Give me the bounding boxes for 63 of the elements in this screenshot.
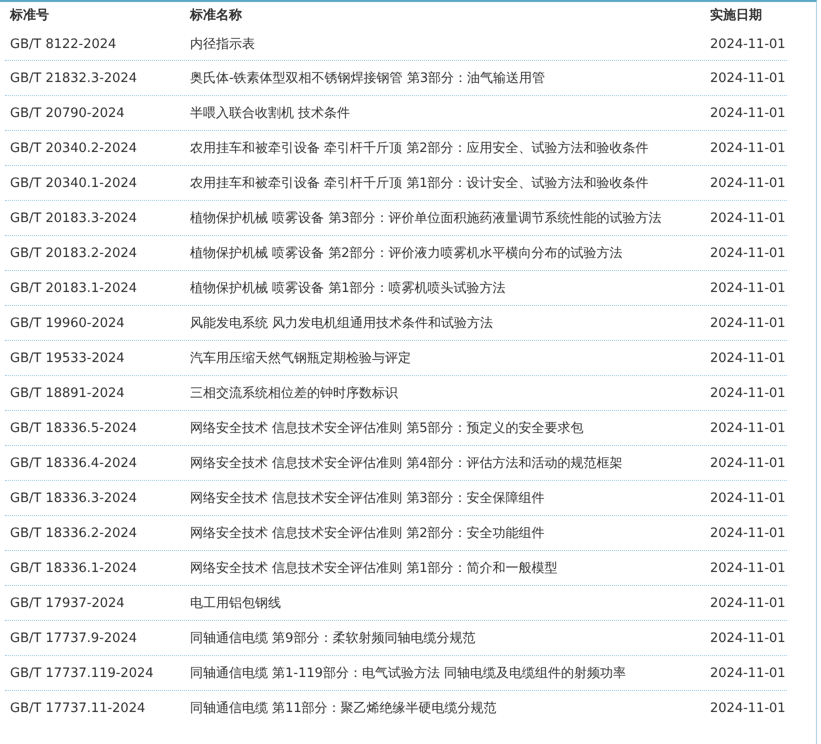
- column-header: 标准号: [10, 7, 49, 24]
- table-cell: 2024-11-01: [710, 70, 786, 86]
- table-cell[interactable]: 同轴通信电缆 第9部分：柔软射频同轴电缆分规范: [190, 629, 476, 647]
- table-cell: GB/T 17737.119-2024: [10, 666, 154, 680]
- table-cell[interactable]: 农用挂车和被牵引设备 牵引杆千斤顶 第1部分：设计安全、试验方法和验收条件: [190, 174, 649, 192]
- table-cell[interactable]: 同轴通信电缆 第1-119部分：电气试验方法 同轴电缆及电缆组件的射频功率: [190, 664, 626, 682]
- table-cell: GB/T 20183.3-2024: [10, 210, 137, 226]
- table-cell[interactable]: 农用挂车和被牵引设备 牵引杆千斤顶 第2部分：应用安全、试验方法和验收条件: [190, 139, 649, 157]
- column-header: 标准名称: [190, 7, 242, 24]
- table-cell: 2024-11-01: [710, 666, 786, 680]
- table-cell: GB/T 18336.3-2024: [10, 490, 137, 506]
- table-cell: 2024-11-01: [710, 420, 786, 436]
- table-cell: GB/T 17737.11-2024: [10, 700, 146, 716]
- table-cell: 2024-11-01: [710, 700, 786, 716]
- table-cell: GB/T 20340.2-2024: [10, 140, 137, 156]
- table-cell: 2024-11-01: [710, 526, 786, 540]
- table-cell[interactable]: 三相交流系统相位差的钟时序数标识: [190, 384, 398, 402]
- table-cell[interactable]: 网络安全技术 信息技术安全评估准则 第5部分：预定义的安全要求包: [190, 419, 584, 437]
- table-cell: GB/T 18891-2024: [10, 386, 125, 400]
- table-cell: GB/T 8122-2024: [10, 36, 116, 52]
- table-cell: GB/T 17737.9-2024: [10, 630, 137, 646]
- table-cell[interactable]: 植物保护机械 喷雾设备 第2部分：评价液力喷雾机水平横向分布的试验方法: [190, 244, 623, 262]
- table-cell[interactable]: 内径指示表: [190, 35, 255, 53]
- table-cell: 2024-11-01: [710, 386, 786, 400]
- table-cell[interactable]: 网络安全技术 信息技术安全评估准则 第4部分：评估方法和活动的规范框架: [190, 454, 623, 472]
- table-cell[interactable]: 电工用铝包钢线: [190, 594, 281, 612]
- column-header: 实施日期: [710, 6, 762, 24]
- table-cell[interactable]: 汽车用压缩天然气钢瓶定期检验与评定: [190, 349, 411, 367]
- table-cell[interactable]: 网络安全技术 信息技术安全评估准则 第2部分：安全功能组件: [190, 524, 545, 542]
- table-cell: GB/T 18336.1-2024: [10, 560, 137, 576]
- table-cell: GB/T 20790-2024: [10, 106, 125, 120]
- table-cell: 2024-11-01: [710, 106, 786, 120]
- table-cell: GB/T 18336.2-2024: [10, 526, 137, 540]
- table-cell: 2024-11-01: [710, 350, 786, 366]
- table-cell: 2024-11-01: [710, 596, 786, 610]
- table-cell: GB/T 18336.4-2024: [10, 456, 137, 470]
- table-cell[interactable]: 奥氏体-铁素体型双相不锈钢焊接钢管 第3部分：油气输送用管: [190, 69, 546, 87]
- table-cell: 2024-11-01: [710, 490, 786, 506]
- table-cell: GB/T 18336.5-2024: [10, 420, 137, 436]
- table-cell[interactable]: 网络安全技术 信息技术安全评估准则 第1部分：简介和一般模型: [190, 559, 558, 577]
- table-cell: GB/T 20183.2-2024: [10, 246, 137, 260]
- table-cell: 2024-11-01: [710, 630, 786, 646]
- table-cell: 2024-11-01: [710, 176, 786, 190]
- table-cell: GB/T 20340.1-2024: [10, 176, 137, 190]
- table-cell[interactable]: 网络安全技术 信息技术安全评估准则 第3部分：安全保障组件: [190, 489, 545, 507]
- table-cell[interactable]: 同轴通信电缆 第11部分：聚乙烯绝缘半硬电缆分规范: [190, 699, 497, 717]
- table-cell: 2024-11-01: [710, 246, 786, 260]
- table-cell: GB/T 20183.1-2024: [10, 280, 137, 296]
- table-cell[interactable]: 植物保护机械 喷雾设备 第1部分：喷雾机喷头试验方法: [190, 279, 506, 297]
- table-cell: 2024-11-01: [710, 210, 786, 226]
- table-cell: GB/T 19960-2024: [10, 316, 125, 330]
- table-cell: 2024-11-01: [710, 456, 786, 470]
- table-cell[interactable]: 风能发电系统 风力发电机组通用技术条件和试验方法: [190, 314, 494, 332]
- table-cell: GB/T 19533-2024: [10, 350, 125, 366]
- table-cell: 2024-11-01: [710, 140, 786, 156]
- table-cell: 2024-11-01: [710, 280, 786, 296]
- table-cell: 2024-11-01: [710, 560, 786, 576]
- table-cell[interactable]: 半喂入联合收割机 技术条件: [190, 104, 350, 122]
- table-cell: 2024-11-01: [710, 36, 786, 52]
- table-cell: GB/T 21832.3-2024: [10, 70, 137, 86]
- table-cell: GB/T 17937-2024: [10, 596, 125, 610]
- table-cell: 2024-11-01: [710, 316, 786, 330]
- table-cell[interactable]: 植物保护机械 喷雾设备 第3部分：评价单位面积施药液量调节系统性能的试验方法: [190, 209, 662, 227]
